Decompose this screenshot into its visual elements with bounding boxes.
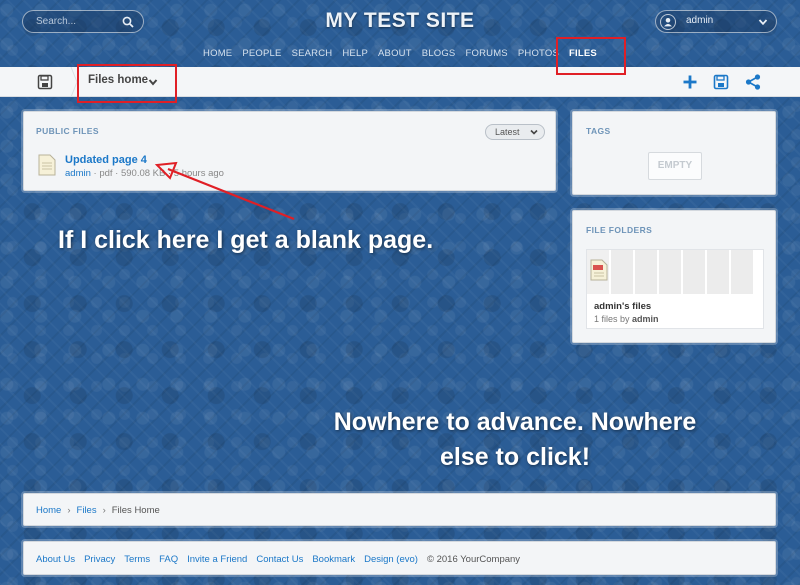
file-owner-link[interactable]: admin: [65, 168, 91, 179]
breadcrumb: Home › Files › Files Home: [36, 505, 160, 516]
folder-name[interactable]: admin's files: [594, 301, 651, 312]
document-icon: [590, 259, 608, 281]
sort-latest-dropdown[interactable]: Latest: [485, 124, 545, 140]
nav-item-search[interactable]: SEARCH: [292, 48, 333, 59]
site-header: MY TEST SITE admin HOMEPEOPLESEARCHHELPA…: [0, 0, 800, 66]
sort-label: Latest: [495, 127, 520, 137]
panel-title: TAGS: [586, 126, 611, 136]
folder-owner-link[interactable]: admin: [632, 314, 659, 324]
footer-link-faq[interactable]: FAQ: [159, 554, 178, 565]
user-name: admin: [686, 15, 714, 26]
folder-card[interactable]: admin's files 1 files by admin: [586, 249, 764, 329]
nav-item-about[interactable]: ABOUT: [378, 48, 412, 59]
nav-item-people[interactable]: PEOPLE: [242, 48, 281, 59]
footer-link-about-us[interactable]: About Us: [36, 554, 75, 565]
footer-copyright: © 2016 YourCompany: [426, 554, 521, 565]
file-folders-panel: FILE FOLDERS admin's files 1 files by ad…: [572, 210, 776, 343]
tags-panel: TAGS EMPTY: [572, 111, 776, 195]
footer-link-design-evo[interactable]: Design (evo): [364, 554, 418, 565]
main-nav: HOME PEOPLE SEARCH HELP ABOUT BLOGS FORUMS PHOT…: [0, 48, 800, 59]
empty-tags-badge: EMPTY: [648, 152, 702, 180]
footer-bar: About Us Privacy Terms FAQ Invite a Friend Co…: [23, 541, 776, 575]
breadcrumb-home[interactable]: Home: [36, 505, 61, 516]
chevron-down-icon: [530, 129, 538, 135]
folder-count-text: 1 files by: [594, 314, 633, 324]
breadcrumb-current: Files Home: [111, 505, 160, 516]
share-icon[interactable]: [744, 73, 762, 91]
footer-link-privacy[interactable]: Privacy: [84, 554, 115, 565]
annotation-nowhere-line2: else to click!: [439, 443, 591, 471]
annotation-blank-page: If I click here I get a blank page.: [58, 226, 434, 254]
file-link[interactable]: Updated page 4: [65, 154, 147, 166]
user-menu[interactable]: admin: [655, 10, 777, 33]
nav-item-photos[interactable]: PHOTOS: [518, 48, 559, 59]
save-icon[interactable]: [37, 74, 53, 90]
footer-link-invite-a-friend[interactable]: Invite a Friend: [187, 554, 247, 565]
footer-link-contact-us[interactable]: Contact Us: [256, 554, 303, 565]
breadcrumb-separator: ›: [67, 505, 71, 516]
annotation-nowhere: Nowhere to advance. Nowhere else to clic…: [270, 405, 760, 475]
nav-item-help[interactable]: HELP: [342, 48, 368, 59]
folder-thumb: [683, 250, 706, 294]
user-avatar-icon: [660, 14, 676, 30]
add-icon[interactable]: [681, 73, 699, 91]
breadcrumb-bar: Home › Files › Files Home: [23, 493, 776, 526]
breadcrumb-files[interactable]: Files: [77, 505, 97, 516]
chevron-down-icon: [758, 19, 768, 26]
annotation-highlight-files-tab: [556, 37, 626, 75]
folder-thumb: [731, 250, 754, 294]
folder-thumb: [659, 250, 682, 294]
nav-item-home[interactable]: HOME: [203, 48, 232, 59]
folder-thumb: [707, 250, 730, 294]
save-icon[interactable]: [713, 74, 729, 90]
folder-thumb: [611, 250, 634, 294]
nav-item-blogs[interactable]: BLOGS: [422, 48, 456, 59]
file-details: · pdf · 590.08 KB · 5 hours ago: [90, 168, 224, 179]
public-files-panel: PUBLIC FILES Latest Updated page 4 admin…: [23, 111, 556, 191]
footer-link-terms[interactable]: Terms: [124, 554, 150, 565]
file-meta: admin · pdf · 590.08 KB · 5 hours ago: [65, 168, 224, 179]
panel-title: PUBLIC FILES: [36, 126, 99, 136]
panel-title: FILE FOLDERS: [586, 225, 653, 235]
folder-thumb: [635, 250, 658, 294]
footer-link-bookmark[interactable]: Bookmark: [312, 554, 355, 565]
annotation-nowhere-line1: Nowhere to advance. Nowhere: [333, 408, 697, 436]
folder-count: 1 files by admin: [594, 314, 659, 324]
annotation-highlight-files-home: [77, 64, 177, 103]
folder-thumbnails: [587, 250, 765, 294]
nav-item-forums[interactable]: FORUMS: [465, 48, 507, 59]
document-icon[interactable]: [38, 154, 56, 176]
folder-thumb: [587, 250, 610, 294]
footer-links: About Us Privacy Terms FAQ Invite a Friend Co…: [36, 554, 520, 565]
breadcrumb-separator: ›: [102, 505, 106, 516]
